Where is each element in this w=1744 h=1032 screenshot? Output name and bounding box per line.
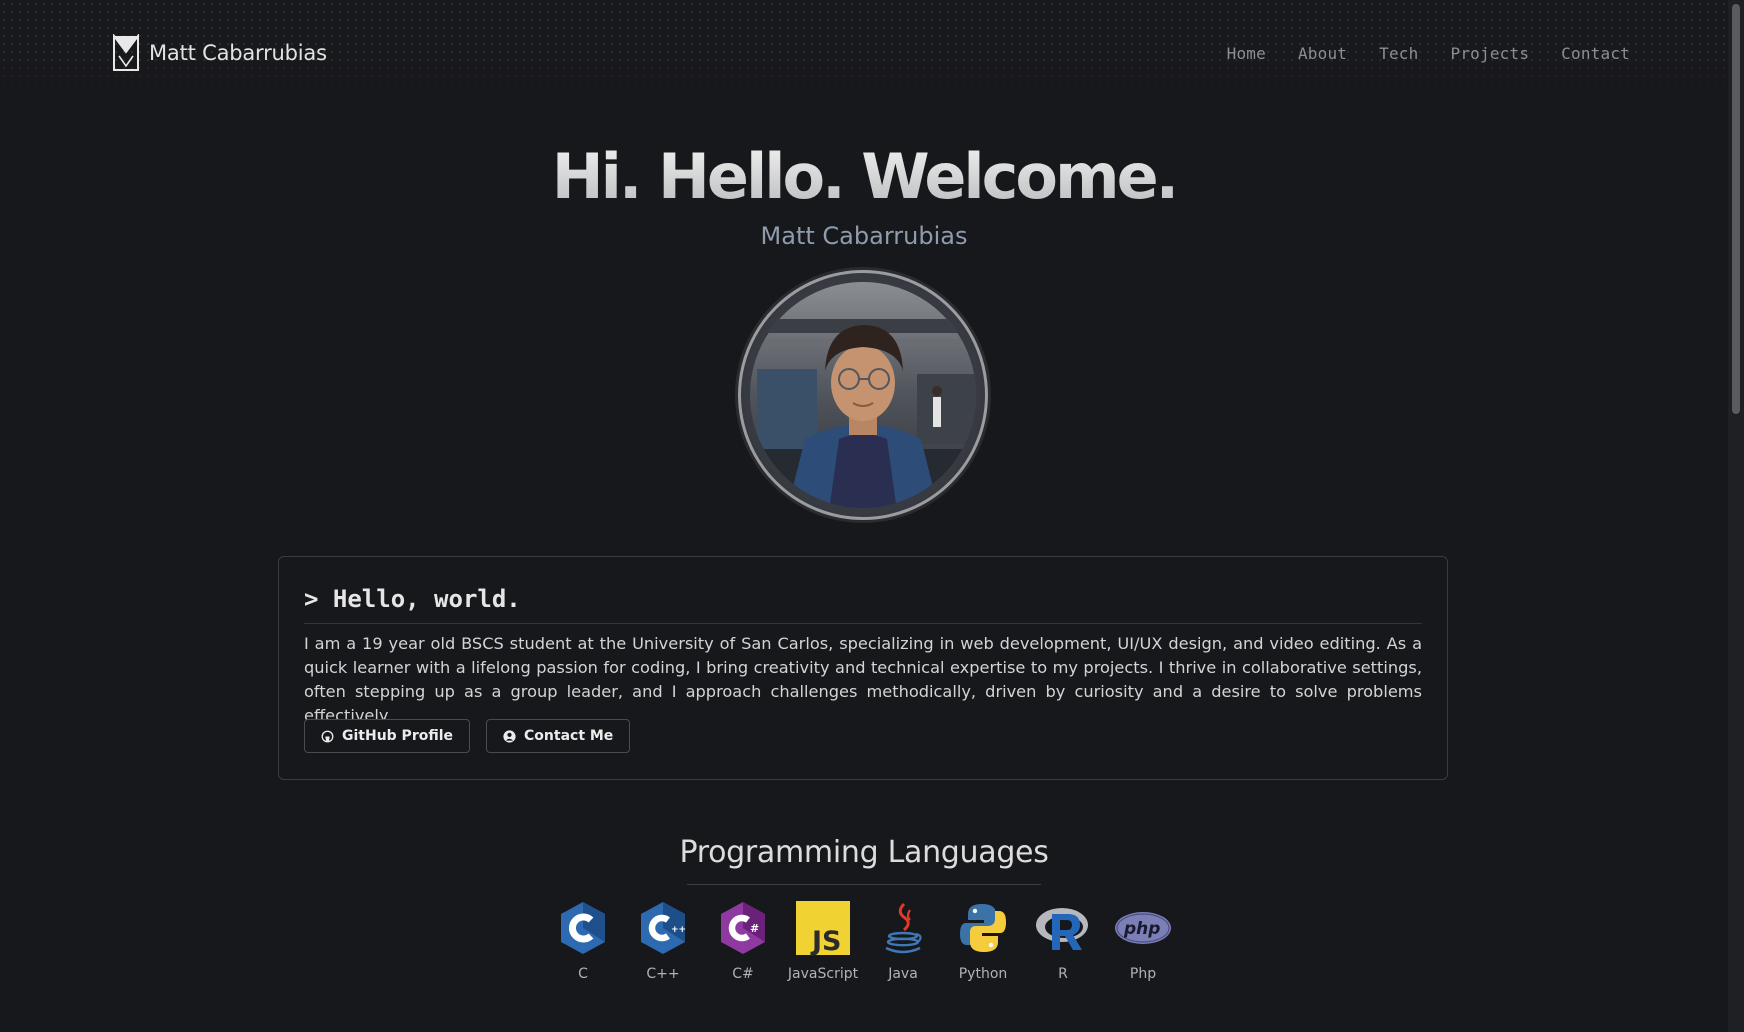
github-icon bbox=[321, 730, 334, 742]
avatar bbox=[738, 270, 988, 520]
main-nav: Home About Tech Projects Contact bbox=[1227, 44, 1630, 63]
languages-title: Programming Languages bbox=[679, 835, 1049, 870]
contact-me-label: Contact Me bbox=[524, 728, 614, 744]
svg-text:JS: JS bbox=[810, 926, 842, 956]
language-item-csharp: # C# bbox=[703, 900, 783, 982]
language-label: Php bbox=[1129, 966, 1157, 982]
language-label: C bbox=[578, 966, 588, 982]
user-circle-icon bbox=[503, 729, 516, 743]
php-icon: php bbox=[1115, 912, 1171, 944]
nav-tech[interactable]: Tech bbox=[1379, 44, 1418, 63]
language-item-cpp: ++ C++ bbox=[623, 900, 703, 982]
language-item-java: Java bbox=[863, 900, 943, 982]
nav-contact[interactable]: Contact bbox=[1561, 44, 1630, 63]
r-language-icon bbox=[1036, 908, 1088, 950]
brand-name: Matt Cabarrubias bbox=[149, 41, 327, 65]
about-heading: > Hello, world. bbox=[304, 585, 1422, 624]
hero-subtitle: Matt Cabarrubias bbox=[760, 222, 968, 250]
github-profile-button[interactable]: GitHub Profile bbox=[304, 719, 471, 753]
github-profile-label: GitHub Profile bbox=[342, 728, 454, 744]
cpp-language-icon: ++ bbox=[641, 902, 686, 954]
scrollbar[interactable] bbox=[1728, 0, 1744, 1032]
about-actions: GitHub Profile Contact Me bbox=[304, 719, 631, 753]
svg-text:#: # bbox=[750, 922, 759, 935]
about-text: I am a 19 year old BSCS student at the U… bbox=[304, 634, 1422, 725]
scrollbar-thumb[interactable] bbox=[1732, 4, 1740, 414]
javascript-icon: JS bbox=[796, 901, 850, 956]
logo-icon bbox=[113, 34, 139, 71]
languages-divider bbox=[687, 884, 1041, 885]
svg-text:++: ++ bbox=[671, 925, 686, 935]
language-label: Python bbox=[958, 966, 1008, 982]
csharp-language-icon: # bbox=[721, 902, 765, 954]
nav-home[interactable]: Home bbox=[1227, 44, 1266, 63]
language-label: JavaScript bbox=[787, 966, 859, 982]
hero-title: Hi. Hello. Welcome. bbox=[0, 140, 1728, 213]
python-icon bbox=[960, 904, 1006, 952]
java-icon bbox=[885, 902, 922, 954]
language-label: C# bbox=[732, 966, 754, 982]
language-item-javascript: JS JavaScript bbox=[783, 900, 863, 982]
contact-me-button[interactable]: Contact Me bbox=[486, 719, 631, 753]
language-label: Java bbox=[888, 966, 918, 982]
c-language-icon bbox=[561, 902, 605, 954]
profile-photo-icon bbox=[750, 282, 976, 508]
language-label: C++ bbox=[646, 966, 680, 982]
nav-about[interactable]: About bbox=[1298, 44, 1347, 63]
language-item-python: Python bbox=[943, 900, 1023, 982]
nav-projects[interactable]: Projects bbox=[1450, 44, 1529, 63]
about-card: > Hello, world. I am a 19 year old BSCS … bbox=[278, 556, 1448, 780]
language-item-php: php Php bbox=[1103, 900, 1183, 982]
svg-text:php: php bbox=[1123, 919, 1160, 939]
language-label: R bbox=[1058, 966, 1068, 982]
language-item-r: R bbox=[1023, 900, 1103, 982]
language-item-c: C bbox=[543, 900, 623, 982]
languages-list: C ++ C++ # C# JS JavaScript Java Python … bbox=[543, 900, 1183, 982]
brand[interactable]: Matt Cabarrubias bbox=[113, 34, 327, 72]
